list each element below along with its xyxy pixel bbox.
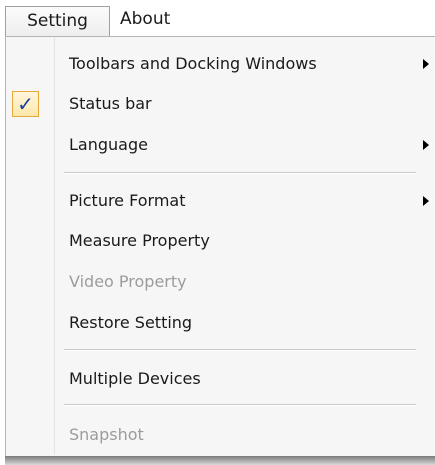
submenu-arrow-icon (423, 140, 429, 150)
menu-item-measure-property[interactable]: Measure Property (6, 224, 434, 258)
checkmark-icon: ✓ (12, 91, 39, 117)
menu-item-restore-setting[interactable]: Restore Setting (6, 306, 434, 340)
menu-item-label: Status bar (69, 94, 152, 113)
menu-about[interactable]: About (120, 6, 170, 32)
menu-separator (64, 404, 416, 406)
menu-item-label: Measure Property (69, 231, 210, 250)
menu-item-label: Video Property (69, 272, 187, 291)
menu-item-label: Restore Setting (69, 313, 193, 332)
menu-item-label: Language (69, 135, 148, 154)
menu-separator (64, 172, 416, 174)
menu-item-snapshot: Snapshot (6, 418, 434, 452)
menu-item-multiple-devices[interactable]: Multiple Devices (6, 362, 434, 396)
menu-item-language[interactable]: Language (6, 128, 434, 162)
menu-item-label: Multiple Devices (69, 369, 201, 388)
submenu-arrow-icon (423, 196, 429, 206)
menu-item-toolbars-and-docking-windows[interactable]: Toolbars and Docking Windows (6, 47, 434, 81)
menu-setting[interactable]: Setting (5, 6, 110, 36)
menu-bottom-shadow (5, 456, 435, 465)
menu-item-picture-format[interactable]: Picture Format (6, 184, 434, 218)
setting-dropdown-menu: Toolbars and Docking Windows ✓ Status ba… (5, 36, 435, 456)
menu-item-video-property: Video Property (6, 265, 434, 299)
menu-item-label: Picture Format (69, 191, 186, 210)
submenu-arrow-icon (423, 59, 429, 69)
menu-item-label: Snapshot (69, 425, 144, 444)
menu-separator (64, 349, 416, 351)
menu-item-status-bar[interactable]: ✓ Status bar (6, 87, 434, 121)
menu-bar: Setting About (0, 0, 435, 38)
menu-item-label: Toolbars and Docking Windows (69, 54, 317, 73)
